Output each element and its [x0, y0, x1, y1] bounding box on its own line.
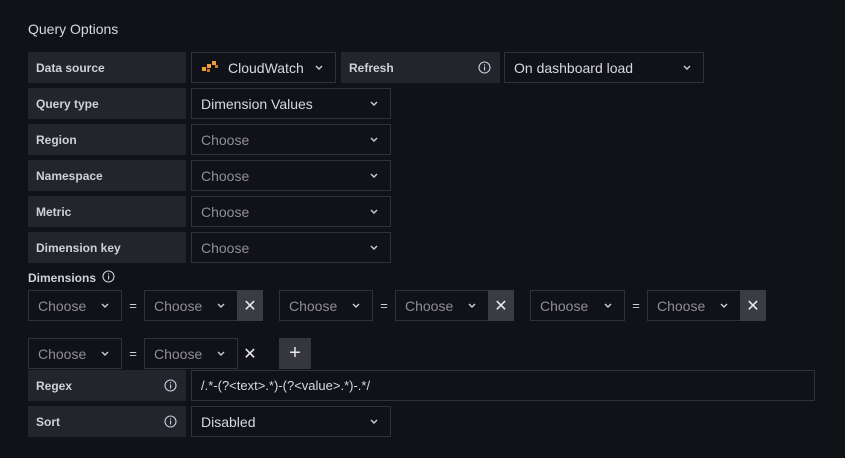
query-type-label: Query type: [28, 88, 186, 119]
chevron-down-icon: [603, 300, 613, 310]
dimension-key-label-text: Dimension key: [36, 240, 121, 255]
region-label: Region: [28, 124, 186, 155]
query-type-value: Dimension Values: [201, 95, 313, 112]
dimension-filter-value[interactable]: Choose: [395, 290, 489, 321]
info-icon[interactable]: [164, 379, 177, 392]
chevron-down-icon: [314, 62, 324, 72]
dimension-filter-key[interactable]: Choose: [279, 290, 373, 321]
metric-label: Metric: [28, 196, 186, 227]
chevron-down-icon: [369, 416, 379, 426]
dimensions-label: Dimensions: [28, 270, 115, 286]
dimension-filter-key-text: Choose: [38, 345, 87, 362]
dimension-filter-operator: =: [129, 346, 137, 361]
dimension-filter-value-text: Choose: [154, 345, 203, 362]
namespace-label: Namespace: [28, 160, 186, 191]
remove-filter-button[interactable]: ✕: [488, 290, 514, 321]
region-placeholder: Choose: [201, 131, 250, 148]
chevron-down-icon: [369, 242, 379, 252]
refresh-label: Refresh: [341, 52, 500, 83]
cloudwatch-icon: [201, 58, 219, 77]
remove-filter-button[interactable]: ✕: [237, 290, 263, 321]
close-icon: ✕: [746, 297, 760, 315]
sort-value: Disabled: [201, 413, 256, 430]
refresh-label-text: Refresh: [349, 60, 394, 75]
dimension-filter-key[interactable]: Choose: [530, 290, 625, 321]
chevron-down-icon: [351, 300, 361, 310]
dimension-key-select[interactable]: Choose: [191, 232, 391, 263]
dimension-filter-value-text: Choose: [405, 297, 454, 314]
add-filter-button[interactable]: +: [279, 338, 311, 369]
metric-select[interactable]: Choose: [191, 196, 391, 227]
section-title: Query Options: [28, 21, 119, 37]
chevron-down-icon: [369, 98, 379, 108]
sort-label: Sort: [28, 406, 186, 437]
dimension-filter-key-text: Choose: [540, 297, 589, 314]
chevron-down-icon: [682, 62, 692, 72]
close-icon: ✕: [494, 297, 508, 315]
region-select[interactable]: Choose: [191, 124, 391, 155]
metric-label-text: Metric: [36, 204, 72, 219]
chevron-down-icon: [467, 300, 477, 310]
query-type-label-text: Query type: [36, 96, 99, 111]
namespace-placeholder: Choose: [201, 167, 250, 184]
dimensions-label-text: Dimensions: [28, 271, 97, 285]
dimension-filter-value[interactable]: Choose: [647, 290, 741, 321]
datasource-value: CloudWatch: [228, 59, 304, 76]
close-icon: ✕: [243, 345, 257, 363]
dimension-filter-operator: =: [129, 298, 137, 313]
datasource-label-text: Data source: [36, 60, 105, 75]
dimension-filter-key[interactable]: Choose: [28, 290, 122, 321]
chevron-down-icon: [100, 348, 110, 358]
close-icon: ✕: [243, 297, 257, 315]
dimension-key-label: Dimension key: [28, 232, 186, 263]
datasource-select[interactable]: CloudWatch: [191, 52, 336, 83]
info-icon[interactable]: [478, 61, 491, 74]
dimension-filter-key-text: Choose: [289, 297, 338, 314]
chevron-down-icon: [369, 134, 379, 144]
chevron-down-icon: [719, 300, 729, 310]
region-label-text: Region: [36, 132, 77, 147]
metric-placeholder: Choose: [201, 203, 250, 220]
query-type-select[interactable]: Dimension Values: [191, 88, 391, 119]
dimension-filter-key-text: Choose: [38, 297, 87, 314]
dimension-filter-value[interactable]: Choose: [144, 338, 238, 369]
regex-label-text: Regex: [36, 378, 73, 393]
dimension-filter-key[interactable]: Choose: [28, 338, 122, 369]
dimension-filter-operator: =: [380, 298, 388, 313]
chevron-down-icon: [100, 300, 110, 310]
plus-icon: +: [289, 342, 301, 364]
info-icon[interactable]: [102, 270, 115, 286]
regex-value: /.*-(?<text>.*)-(?<value>.*)-.*/: [201, 378, 371, 393]
chevron-down-icon: [369, 170, 379, 180]
datasource-label: Data source: [28, 52, 186, 83]
regex-input[interactable]: /.*-(?<text>.*)-(?<value>.*)-.*/: [191, 370, 815, 401]
dimension-filter-value[interactable]: Choose: [144, 290, 238, 321]
refresh-value: On dashboard load: [514, 59, 634, 76]
chevron-down-icon: [369, 206, 379, 216]
dimension-filter-operator: =: [632, 298, 640, 313]
dimension-filter-value-text: Choose: [154, 297, 203, 314]
namespace-label-text: Namespace: [36, 168, 103, 183]
chevron-down-icon: [216, 348, 226, 358]
info-icon[interactable]: [164, 415, 177, 428]
sort-select[interactable]: Disabled: [191, 406, 391, 437]
namespace-select[interactable]: Choose: [191, 160, 391, 191]
dimension-key-placeholder: Choose: [201, 239, 250, 256]
remove-filter-button[interactable]: ✕: [237, 338, 263, 369]
remove-filter-button[interactable]: ✕: [740, 290, 766, 321]
sort-label-text: Sort: [36, 414, 60, 429]
regex-label: Regex: [28, 370, 186, 401]
refresh-select[interactable]: On dashboard load: [504, 52, 704, 83]
dimension-filter-value-text: Choose: [657, 297, 706, 314]
chevron-down-icon: [216, 300, 226, 310]
